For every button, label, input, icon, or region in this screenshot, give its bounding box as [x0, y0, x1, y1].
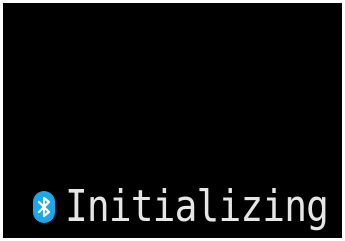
bluetooth-icon — [33, 191, 55, 223]
status-bar: Initializing — [33, 182, 342, 232]
device-screen: Initializing — [3, 3, 342, 238]
status-text: Initializing — [65, 181, 329, 232]
